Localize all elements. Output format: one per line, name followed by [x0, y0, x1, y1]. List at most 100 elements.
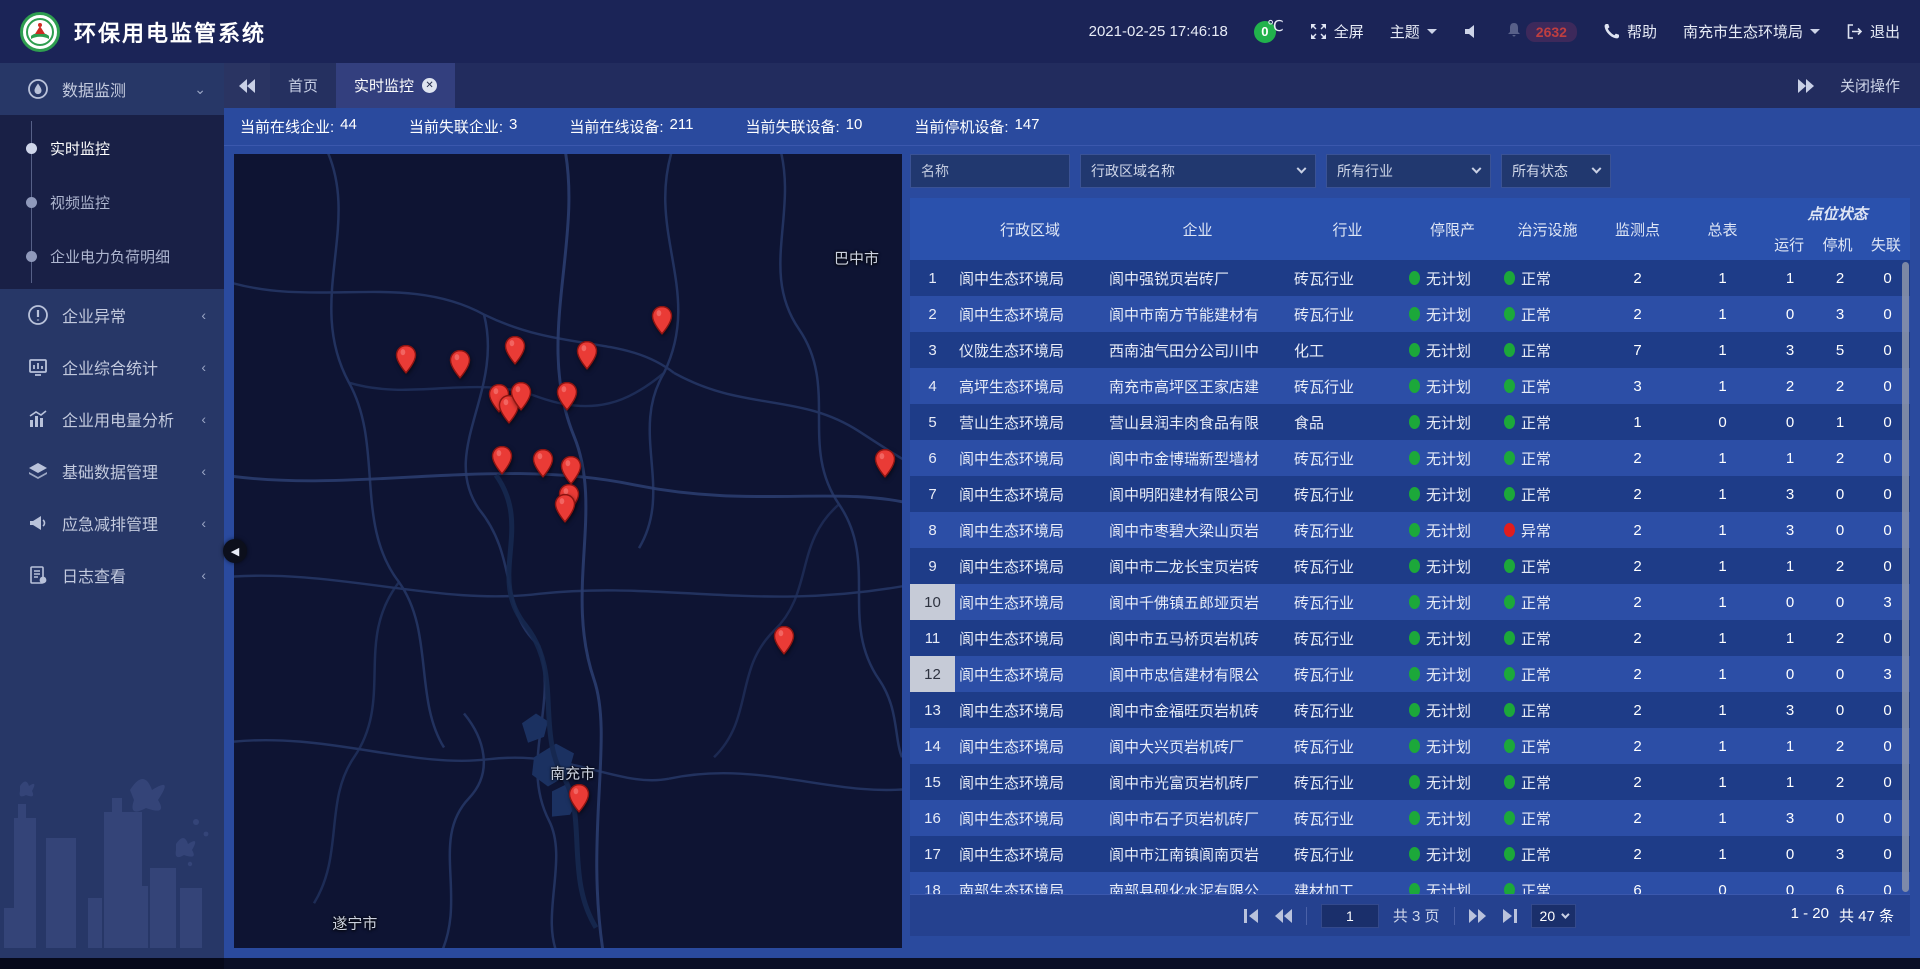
map-pin-icon[interactable]: [491, 446, 513, 475]
production-status-cell: 无计划: [1405, 556, 1500, 577]
name-search-input[interactable]: [910, 154, 1070, 188]
table-row[interactable]: 9阆中生态环境局阆中市二龙长宝页岩砖砖瓦行业无计划正常21120: [910, 548, 1910, 584]
meters-cell: 1: [1680, 342, 1765, 359]
table-row[interactable]: 15阆中生态环境局阆中市光富页岩机砖厂砖瓦行业无计划正常21120: [910, 764, 1910, 800]
tabs-scroll-right-button[interactable]: [1798, 79, 1814, 93]
close-operations-dropdown[interactable]: 关闭操作: [1840, 75, 1900, 96]
region-select[interactable]: 行政区域名称: [1080, 154, 1316, 188]
table-row[interactable]: 12阆中生态环境局阆中市忠信建材有限公砖瓦行业无计划正常21003: [910, 656, 1910, 692]
map-pin-icon[interactable]: [773, 625, 795, 654]
map-pin-icon[interactable]: [576, 341, 598, 370]
table-row[interactable]: 3仪陇生态环境局西南油气田分公司川中化工无计划正常71350: [910, 332, 1910, 368]
sidebar-item-log[interactable]: 日志查看‹: [0, 549, 224, 601]
sidebar-item-chart[interactable]: 企业用电量分析‹: [0, 393, 224, 445]
bureau-cell: 仪陇生态环境局: [955, 340, 1105, 361]
map-pin-icon[interactable]: [449, 350, 471, 379]
map-pin-icon[interactable]: [651, 305, 673, 334]
sidebar-item-alert[interactable]: 企业异常‹: [0, 289, 224, 341]
map-pin-icon[interactable]: [532, 448, 554, 477]
stopped-cell: 2: [1815, 558, 1865, 575]
sound-toggle-button[interactable]: [1463, 23, 1480, 40]
stopped-cell: 3: [1815, 846, 1865, 863]
sidebar-subitem[interactable]: 实时监控: [0, 121, 224, 175]
page-size-select[interactable]: 20: [1531, 904, 1577, 928]
table-row[interactable]: 7阆中生态环境局阆中明阳建材有限公司砖瓦行业无计划正常21300: [910, 476, 1910, 512]
table-row[interactable]: 6阆中生态环境局阆中市金博瑞新型墙材砖瓦行业无计划正常21120: [910, 440, 1910, 476]
points-cell: 7: [1595, 342, 1680, 359]
table-row[interactable]: 17阆中生态环境局阆中市江南镇阆南页岩砖瓦行业无计划正常21030: [910, 836, 1910, 872]
table-row[interactable]: 2阆中生态环境局阆中市南方节能建材有砖瓦行业无计划正常21030: [910, 296, 1910, 332]
map-pin-icon[interactable]: [874, 448, 896, 477]
page-number-input[interactable]: [1321, 904, 1379, 928]
facility-status-label: 正常: [1521, 376, 1551, 397]
map-city-label: 遂宁市: [332, 912, 377, 933]
map-pin-icon[interactable]: [504, 336, 526, 365]
sidebar-subitem[interactable]: 视频监控: [0, 175, 224, 229]
status-dot-icon: [1504, 811, 1515, 825]
sidebar-item-monitor[interactable]: 数据监测⌄: [0, 63, 224, 115]
running-cell: 3: [1765, 342, 1815, 359]
map-pin-icon[interactable]: [554, 494, 576, 523]
table-row[interactable]: 5营山生态环境局营山县润丰肉食品有限食品无计划正常10010: [910, 404, 1910, 440]
tabs-scroll-left-button[interactable]: [224, 63, 270, 108]
stopped-cell: 0: [1815, 594, 1865, 611]
tab-close-icon[interactable]: ✕: [422, 78, 437, 93]
logout-button[interactable]: 退出: [1846, 21, 1900, 42]
table-row[interactable]: 10阆中生态环境局阆中千佛镇五郎垭页岩砖瓦行业无计划正常21003: [910, 584, 1910, 620]
status-select-value: 所有状态: [1512, 161, 1568, 181]
table-row[interactable]: 14阆中生态环境局阆中大兴页岩机砖厂砖瓦行业无计划正常21120: [910, 728, 1910, 764]
prev-page-icon: [1275, 909, 1292, 923]
theme-dropdown[interactable]: 主题: [1390, 21, 1437, 42]
bullet-icon: [26, 251, 37, 262]
notification-button[interactable]: 2632: [1506, 22, 1577, 42]
bureau-cell: 阆中生态环境局: [955, 736, 1105, 757]
org-dropdown[interactable]: 南充市生态环境局: [1683, 21, 1820, 42]
tab-realtime-monitor[interactable]: 实时监控 ✕: [336, 63, 455, 108]
map-pin-icon[interactable]: [395, 345, 417, 374]
sidebar-item-layers[interactable]: 基础数据管理‹: [0, 445, 224, 497]
table-row[interactable]: 13阆中生态环境局阆中市金福旺页岩机砖砖瓦行业无计划正常21300: [910, 692, 1910, 728]
first-page-button[interactable]: [1244, 909, 1261, 923]
help-button[interactable]: 帮助: [1603, 21, 1657, 42]
status-select[interactable]: 所有状态: [1501, 154, 1611, 188]
last-page-button[interactable]: [1500, 909, 1517, 923]
table-row[interactable]: 16阆中生态环境局阆中市石子页岩机砖厂砖瓦行业无计划正常21300: [910, 800, 1910, 836]
table-scrollbar[interactable]: [1902, 262, 1909, 892]
sidebar-item-label: 数据监测: [62, 77, 126, 101]
meters-cell: 1: [1680, 846, 1765, 863]
map-pin-icon[interactable]: [510, 382, 532, 411]
meters-cell: 1: [1680, 378, 1765, 395]
monitor-icon: [27, 78, 49, 100]
map-collapse-button[interactable]: ◀: [223, 539, 247, 563]
sidebar-item-stats[interactable]: 企业综合统计‹: [0, 341, 224, 393]
map-roads-layer: [234, 154, 902, 948]
map-pin-icon[interactable]: [568, 783, 590, 812]
map-pin-icon[interactable]: [556, 382, 578, 411]
stat-item: 当前失联企业:3: [409, 116, 518, 137]
table-row[interactable]: 18南部生态环境局南部县砚化水泥有限公建材加工无计划正常60060: [910, 872, 1910, 894]
table-row[interactable]: 4高坪生态环境局南充市高坪区王家店建砖瓦行业无计划正常31220: [910, 368, 1910, 404]
map-pin-icon[interactable]: [560, 455, 582, 484]
bureau-cell: 阆中生态环境局: [955, 304, 1105, 325]
table-row[interactable]: 11阆中生态环境局阆中市五马桥页岩机砖砖瓦行业无计划正常21120: [910, 620, 1910, 656]
industry-select[interactable]: 所有行业: [1326, 154, 1491, 188]
next-page-button[interactable]: [1469, 909, 1486, 923]
table-row[interactable]: 8阆中生态环境局阆中市枣碧大梁山页岩砖瓦行业无计划异常21300: [910, 512, 1910, 548]
facility-status-cell: 正常: [1500, 628, 1595, 649]
prev-page-button[interactable]: [1275, 909, 1292, 923]
facility-status-cell: 异常: [1500, 520, 1595, 541]
chevron-left-icon: ‹: [201, 463, 206, 479]
table-row[interactable]: 1阆中生态环境局阆中强锐页岩砖厂砖瓦行业无计划正常21120: [910, 260, 1910, 296]
production-status-cell: 无计划: [1405, 340, 1500, 361]
tab-home[interactable]: 首页: [270, 63, 336, 108]
sidebar-item-megaphone[interactable]: 应急减排管理‹: [0, 497, 224, 549]
facility-status-cell: 正常: [1500, 340, 1595, 361]
company-cell: 阆中千佛镇五郎垭页岩: [1105, 592, 1290, 613]
map-canvas[interactable]: ◀ 巴中市南充市遂宁市: [234, 154, 902, 948]
fullscreen-button[interactable]: 全屏: [1310, 21, 1364, 42]
company-cell: 阆中市枣碧大梁山页岩: [1105, 520, 1290, 541]
production-status-label: 无计划: [1426, 700, 1471, 721]
industry-cell: 砖瓦行业: [1290, 520, 1405, 541]
sidebar-subitem[interactable]: 企业电力负荷明细: [0, 229, 224, 283]
page-size-value: 20: [1540, 908, 1556, 924]
